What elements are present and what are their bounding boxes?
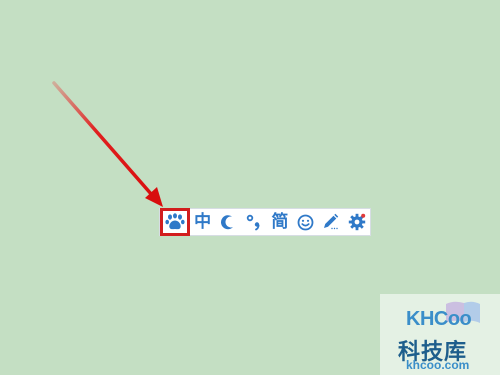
baidu-logo-button[interactable] xyxy=(160,208,190,236)
simplified-chinese-button[interactable]: 简 xyxy=(267,209,293,235)
site-watermark: KHCoo 科技库 khcoo.com xyxy=(380,294,500,375)
moon-icon xyxy=(220,214,236,230)
watermark-url: khcoo.com xyxy=(406,358,470,372)
smiley-icon xyxy=(297,214,314,231)
paw-icon xyxy=(165,213,185,231)
punctuation-icon xyxy=(245,213,263,231)
emoji-button[interactable] xyxy=(293,209,319,235)
gear-icon xyxy=(348,213,366,231)
watermark-logo: KHCoo xyxy=(402,300,484,336)
handwriting-button[interactable] xyxy=(319,209,345,235)
punctuation-button[interactable] xyxy=(241,209,267,235)
chinese-mode-label: 中 xyxy=(194,211,212,232)
ime-toolbar: 中 简 xyxy=(159,208,371,236)
chinese-mode-button[interactable]: 中 xyxy=(190,209,216,235)
watermark-logo-text: KHCoo xyxy=(406,308,472,330)
settings-button[interactable] xyxy=(344,209,370,235)
half-full-width-button[interactable] xyxy=(216,209,242,235)
pen-icon xyxy=(321,213,341,231)
screenshot-stage: 中 简 KHCoo 科技库 khcoo.com xyxy=(0,0,500,375)
simplified-label: 简 xyxy=(271,211,289,232)
